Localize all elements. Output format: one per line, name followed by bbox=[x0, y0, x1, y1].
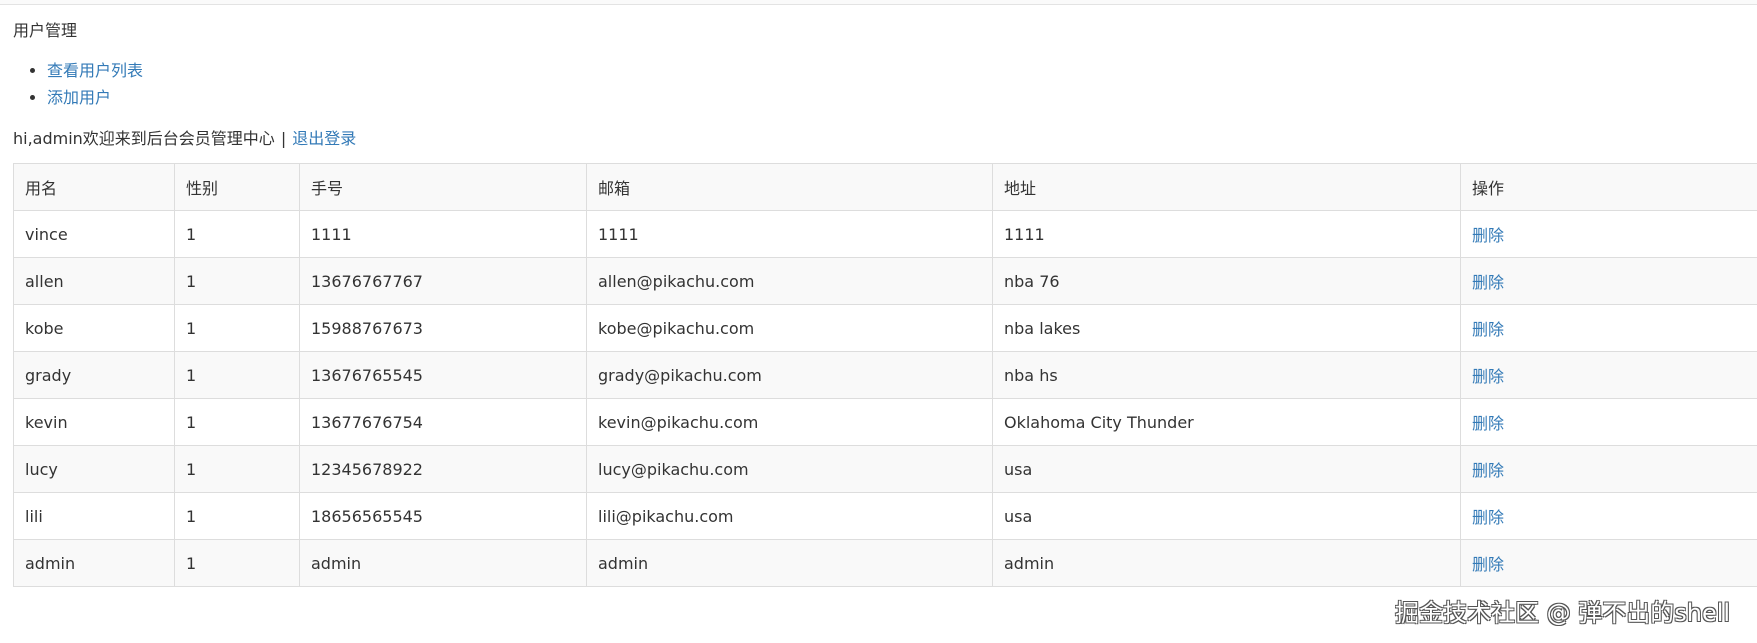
table-row: lucy 1 12345678922 lucy@pikachu.com usa 删除 bbox=[13, 445, 1757, 493]
cell-address: nba lakes bbox=[992, 304, 1461, 352]
cell-phone: 12345678922 bbox=[299, 445, 587, 493]
column-header-username: 用名 bbox=[13, 163, 175, 211]
welcome-separator: | bbox=[280, 129, 287, 148]
welcome-bar: hi,admin欢迎来到后台会员管理中心 | 退出登录 bbox=[13, 125, 356, 149]
cell-address: nba hs bbox=[992, 351, 1461, 399]
cell-email: kevin@pikachu.com bbox=[586, 398, 993, 446]
cell-gender: 1 bbox=[174, 257, 300, 305]
cell-phone: 13676767767 bbox=[299, 257, 587, 305]
table-header-row: 用名 性别 手号 邮箱 地址 操作 bbox=[13, 163, 1757, 211]
cell-gender: 1 bbox=[174, 210, 300, 258]
delete-link[interactable]: 删除 bbox=[1472, 555, 1504, 574]
view-user-list-link[interactable]: 查看用户列表 bbox=[47, 61, 143, 80]
cell-phone: 13676765545 bbox=[299, 351, 587, 399]
logout-link[interactable]: 退出登录 bbox=[292, 129, 356, 148]
column-header-phone: 手号 bbox=[299, 163, 587, 211]
table-row: allen 1 13676767767 allen@pikachu.com nba 76… bbox=[13, 257, 1757, 305]
cell-phone: admin bbox=[299, 539, 587, 587]
nav-item-add-user: 添加用户 bbox=[47, 84, 143, 111]
delete-link[interactable]: 删除 bbox=[1472, 320, 1504, 339]
table-row: vince 1 1111 1111 1111 删除 bbox=[13, 210, 1757, 258]
cell-username: allen bbox=[13, 257, 175, 305]
cell-phone: 1111 bbox=[299, 210, 587, 258]
table-row: admin 1 admin admin admin 删除 bbox=[13, 539, 1757, 587]
watermark: 掘金技术社区 @ 弹不出的shell bbox=[1395, 599, 1731, 627]
cell-gender: 1 bbox=[174, 539, 300, 587]
cell-username: lili bbox=[13, 492, 175, 540]
cell-email: admin bbox=[586, 539, 993, 587]
cell-username: admin bbox=[13, 539, 175, 587]
table-row: grady 1 13676765545 grady@pikachu.com nba hs… bbox=[13, 351, 1757, 399]
delete-link[interactable]: 删除 bbox=[1472, 508, 1504, 527]
cell-phone: 18656565545 bbox=[299, 492, 587, 540]
cell-email: grady@pikachu.com bbox=[586, 351, 993, 399]
cell-address: 1111 bbox=[992, 210, 1461, 258]
column-header-address: 地址 bbox=[992, 163, 1461, 211]
cell-email: allen@pikachu.com bbox=[586, 257, 993, 305]
cell-actions: 删除 bbox=[1460, 445, 1757, 493]
cell-username: kevin bbox=[13, 398, 175, 446]
cell-gender: 1 bbox=[174, 492, 300, 540]
page: 用户管理 查看用户列表 添加用户 hi,admin欢迎来到后台会员管理中心 | 退出… bbox=[0, 0, 1757, 643]
cell-address: usa bbox=[992, 445, 1461, 493]
cell-username: lucy bbox=[13, 445, 175, 493]
cell-username: kobe bbox=[13, 304, 175, 352]
delete-link[interactable]: 删除 bbox=[1472, 461, 1504, 480]
cell-email: lili@pikachu.com bbox=[586, 492, 993, 540]
cell-address: usa bbox=[992, 492, 1461, 540]
table-row: kevin 1 13677676754 kevin@pikachu.com Oklaho… bbox=[13, 398, 1757, 446]
column-header-actions: 操作 bbox=[1460, 163, 1757, 211]
cell-address: Oklahoma City Thunder bbox=[992, 398, 1461, 446]
section-title: 用户管理 bbox=[13, 21, 78, 40]
add-user-link[interactable]: 添加用户 bbox=[47, 88, 111, 107]
table-row: lili 1 18656565545 lili@pikachu.com usa 删除 bbox=[13, 492, 1757, 540]
cell-email: 1111 bbox=[586, 210, 993, 258]
column-header-gender: 性别 bbox=[174, 163, 300, 211]
cell-address: admin bbox=[992, 539, 1461, 587]
cell-gender: 1 bbox=[174, 351, 300, 399]
cell-username: vince bbox=[13, 210, 175, 258]
table-body: vince 1 1111 1111 1111 删除 allen 1 13676767767 all… bbox=[13, 210, 1757, 587]
cell-phone: 13677676754 bbox=[299, 398, 587, 446]
table-row: kobe 1 15988767673 kobe@pikachu.com nba lake… bbox=[13, 304, 1757, 352]
cell-address: nba 76 bbox=[992, 257, 1461, 305]
nav-list: 查看用户列表 添加用户 bbox=[20, 57, 143, 111]
column-header-email: 邮箱 bbox=[586, 163, 993, 211]
welcome-text: hi,admin欢迎来到后台会员管理中心 bbox=[13, 129, 275, 148]
cell-email: lucy@pikachu.com bbox=[586, 445, 993, 493]
cell-actions: 删除 bbox=[1460, 304, 1757, 352]
user-table: 用名 性别 手号 邮箱 地址 操作 vince 1 1111 1111 1111 删除 al… bbox=[13, 163, 1757, 587]
cell-username: grady bbox=[13, 351, 175, 399]
cell-gender: 1 bbox=[174, 445, 300, 493]
cell-actions: 删除 bbox=[1460, 257, 1757, 305]
cell-actions: 删除 bbox=[1460, 210, 1757, 258]
cell-phone: 15988767673 bbox=[299, 304, 587, 352]
cell-actions: 删除 bbox=[1460, 398, 1757, 446]
cell-actions: 删除 bbox=[1460, 351, 1757, 399]
cell-gender: 1 bbox=[174, 304, 300, 352]
cell-actions: 删除 bbox=[1460, 539, 1757, 587]
delete-link[interactable]: 删除 bbox=[1472, 414, 1504, 433]
top-border bbox=[0, 0, 1757, 5]
cell-actions: 删除 bbox=[1460, 492, 1757, 540]
cell-email: kobe@pikachu.com bbox=[586, 304, 993, 352]
delete-link[interactable]: 删除 bbox=[1472, 273, 1504, 292]
delete-link[interactable]: 删除 bbox=[1472, 367, 1504, 386]
delete-link[interactable]: 删除 bbox=[1472, 226, 1504, 245]
cell-gender: 1 bbox=[174, 398, 300, 446]
nav-item-user-list: 查看用户列表 bbox=[47, 57, 143, 84]
